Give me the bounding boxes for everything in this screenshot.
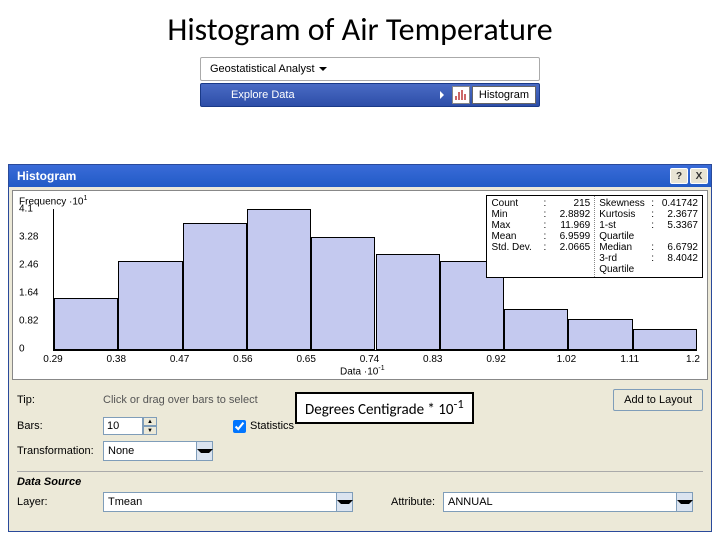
histogram-window: Histogram ? X Count: 215Min: 2.8892Max: … [8, 164, 712, 532]
stat-row: Std. Dev.: 2.0665 [491, 242, 590, 253]
stat-row: Mean: 6.9599 [491, 231, 590, 242]
chevron-down-icon [676, 493, 692, 511]
y-tick: 0.82 [19, 316, 38, 327]
attribute-label: Attribute: [391, 496, 435, 508]
x-tick: 0.92 [486, 354, 505, 365]
y-tick: 0 [19, 344, 25, 355]
y-tick: 4.1 [19, 204, 33, 215]
x-axis-label: Data ·10-1 [340, 365, 385, 377]
chevron-down-icon [196, 442, 212, 460]
x-tick: 1.2 [686, 354, 700, 365]
slide-title: Histogram of Air Temperature [0, 0, 720, 57]
data-source-heading: Data Source [17, 471, 703, 488]
stat-row: Max: 11.969 [491, 220, 590, 231]
layer-label: Layer: [17, 496, 95, 508]
transformation-value: None [104, 445, 196, 457]
histogram-bar[interactable] [568, 319, 632, 350]
analyst-toolbar: Geostatistical Analyst [200, 57, 540, 81]
x-tick: 0.29 [43, 354, 62, 365]
bars-up-button[interactable]: ▲ [143, 417, 157, 426]
bars-input[interactable] [103, 417, 143, 435]
bars-stepper[interactable]: ▲ ▼ [103, 417, 233, 435]
window-titlebar[interactable]: Histogram ? X [9, 165, 711, 187]
analyst-label: Geostatistical Analyst [210, 63, 315, 75]
stats-left-col: Count: 215Min: 2.8892Max: 11.969Mean: 6.… [487, 196, 594, 277]
tip-label: Tip: [17, 394, 103, 406]
histogram-bar[interactable] [183, 223, 247, 350]
histogram-plot[interactable]: Count: 215Min: 2.8892Max: 11.969Mean: 6.… [12, 190, 708, 380]
attribute-select[interactable]: ANNUAL [443, 492, 693, 512]
stat-row: Kurtosis: 2.3677 [599, 209, 698, 220]
stat-row: Count: 215 [491, 198, 590, 209]
x-tick: 0.83 [423, 354, 442, 365]
transformation-label: Transformation: [17, 445, 103, 457]
explore-data-menu[interactable]: Explore Data Histogram [200, 83, 540, 107]
add-to-layout-button[interactable]: Add to Layout [613, 389, 703, 411]
histogram-bar[interactable] [504, 309, 568, 350]
histogram-bar[interactable] [311, 237, 375, 350]
histogram-bar[interactable] [118, 261, 182, 350]
attribute-value: ANNUAL [444, 496, 676, 508]
help-button[interactable]: ? [670, 168, 688, 184]
annotation-callout: Degrees Centigrade * 10-1 [295, 392, 474, 424]
chevron-down-icon [319, 67, 327, 71]
histogram-bar[interactable] [54, 298, 118, 350]
x-tick: 1.11 [620, 354, 639, 365]
stat-row: Skewness: 0.41742 [599, 198, 698, 209]
window-title: Histogram [17, 169, 76, 183]
x-tick: 1.02 [557, 354, 576, 365]
layer-select[interactable]: Tmean [103, 492, 353, 512]
x-tick: 0.47 [170, 354, 189, 365]
data-source-row: Layer: Tmean Attribute: ANNUAL [9, 488, 711, 516]
statistics-box: Count: 215Min: 2.8892Max: 11.969Mean: 6.… [486, 195, 703, 278]
stat-row: 3-rd Quartile: 8.4042 [599, 253, 698, 275]
explore-data-label: Explore Data [231, 89, 295, 101]
histogram-bar[interactable] [633, 329, 697, 350]
x-tick: 0.38 [107, 354, 126, 365]
stat-row: Median: 6.6792 [599, 242, 698, 253]
stat-row: 1-st Quartile: 5.3367 [599, 220, 698, 242]
layer-value: Tmean [104, 496, 336, 508]
close-button[interactable]: X [690, 168, 708, 184]
statistics-check-label: Statistics [250, 420, 294, 432]
bars-label: Bars: [17, 420, 103, 432]
x-tick: 0.65 [296, 354, 315, 365]
stat-row: Min: 2.8892 [491, 209, 590, 220]
histogram-bar[interactable] [247, 209, 311, 350]
x-tick: 0.56 [233, 354, 252, 365]
bars-down-button[interactable]: ▼ [143, 426, 157, 435]
histogram-bar[interactable] [376, 254, 440, 350]
x-tick: 0.74 [360, 354, 379, 365]
histogram-icon [452, 86, 470, 104]
transformation-select[interactable]: None [103, 441, 213, 461]
chevron-down-icon [336, 493, 352, 511]
submenu-arrow-icon [440, 91, 444, 99]
stats-right-col: Skewness: 0.41742Kurtosis: 2.36771-st Qu… [594, 196, 702, 277]
statistics-check-input[interactable] [233, 420, 246, 433]
y-tick: 3.28 [19, 232, 38, 243]
geostatistical-analyst-menu[interactable]: Geostatistical Analyst [204, 61, 333, 77]
y-tick: 1.64 [19, 288, 38, 299]
y-tick: 2.46 [19, 260, 38, 271]
histogram-menu-item[interactable]: Histogram [472, 86, 536, 104]
toolbar-stack: Geostatistical Analyst Explore Data Hist… [200, 57, 540, 107]
